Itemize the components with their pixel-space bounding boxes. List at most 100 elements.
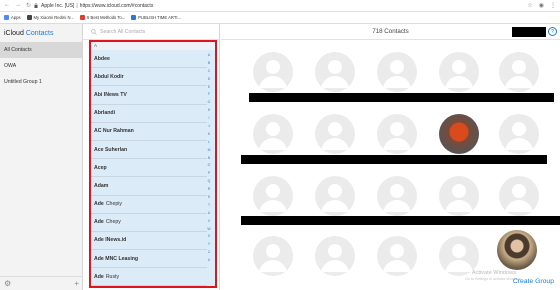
index-letter[interactable]: T (208, 202, 210, 210)
contact-avatar[interactable] (499, 176, 539, 216)
bookmark-apps[interactable]: Apps (4, 15, 21, 20)
contact-row[interactable]: Acep (91, 159, 207, 178)
contact-row[interactable]: Abi INews TV (91, 86, 207, 105)
index-letter[interactable]: H (208, 107, 210, 115)
contact-avatar[interactable] (315, 114, 355, 154)
index-letter[interactable]: B (208, 60, 210, 68)
contact-name: Ade MNC Leasing (94, 255, 139, 262)
group-untitled[interactable]: Untitled Group 1 (0, 74, 82, 90)
extension-icon[interactable]: ◉ (539, 2, 544, 9)
contact-row[interactable]: Ade INews.id (91, 232, 207, 251)
contact-avatar[interactable] (253, 114, 293, 154)
redaction-bar (249, 93, 554, 102)
contact-name: Acep (94, 164, 107, 171)
contact-name: Ade INews.id (94, 237, 127, 244)
contact-row[interactable]: AC Nur Rahman (91, 123, 207, 141)
contact-row[interactable]: Ace Suherlan (91, 141, 207, 160)
contact-row[interactable]: Abdee (91, 50, 207, 69)
redaction-bar (241, 155, 547, 164)
index-letter[interactable]: # (208, 257, 210, 265)
index-letter[interactable]: M (208, 147, 211, 155)
gear-icon[interactable]: ⚙ (4, 279, 11, 288)
index-letter[interactable]: I (209, 115, 210, 123)
contact-row[interactable]: Ade Chepy (91, 214, 207, 232)
index-letter[interactable]: V (208, 218, 210, 226)
group-all-contacts[interactable]: All Contacts (0, 42, 82, 58)
contact-avatar[interactable] (253, 176, 293, 216)
contact-avatar[interactable] (253, 236, 293, 276)
address-bar[interactable]: Apple Inc. [US] | https://www.icloud.com… (34, 3, 153, 9)
index-letter[interactable]: D (208, 76, 210, 84)
contact-photo-avatar[interactable] (497, 230, 537, 270)
index-letter[interactable]: P (208, 170, 210, 178)
contact-row[interactable]: Abrlandi (91, 105, 207, 123)
groups-sidebar: iCloud Contacts All Contacts OWA Untitle… (0, 24, 83, 290)
index-letter[interactable]: X (208, 233, 210, 241)
contact-avatar[interactable] (439, 236, 479, 276)
menu-icon[interactable]: ⋮ (550, 2, 556, 9)
contact-avatar[interactable] (439, 52, 479, 92)
star-icon[interactable]: ☆ (527, 2, 532, 9)
create-group-button[interactable]: Create Group (513, 278, 554, 285)
back-icon[interactable]: ← (4, 2, 10, 9)
apps-icon (4, 15, 9, 20)
contact-row[interactable]: Ade MNC Leasing (91, 250, 207, 269)
contact-avatar[interactable] (499, 114, 539, 154)
contact-avatar[interactable] (253, 52, 293, 92)
page-icon (131, 15, 137, 20)
index-letter[interactable]: Z (208, 249, 210, 257)
contact-avatar[interactable] (377, 176, 417, 216)
reload-icon[interactable]: ↻ (26, 2, 31, 9)
index-letter[interactable]: O (208, 162, 211, 170)
index-letter[interactable]: E (208, 84, 210, 92)
contact-avatar[interactable] (315, 176, 355, 216)
contact-avatar[interactable] (377, 236, 417, 276)
index-letter[interactable]: N (208, 155, 210, 163)
help-icon[interactable]: ? (548, 27, 557, 36)
index-letter[interactable]: K (208, 131, 210, 139)
contact-name-secondary: Chepiy (105, 201, 122, 208)
bookmark-item[interactable]: PUBLISH TIME ARTI... (131, 15, 181, 20)
index-letter[interactable]: W (207, 226, 210, 234)
index-letter[interactable]: Q (208, 178, 211, 186)
contact-avatar[interactable] (315, 236, 355, 276)
brand-contacts: Contacts (25, 29, 54, 37)
index-letter[interactable]: G (208, 99, 211, 107)
contact-avatar[interactable] (439, 176, 479, 216)
contact-avatar[interactable] (377, 114, 417, 154)
index-letter[interactable]: S (208, 194, 210, 202)
index-letter[interactable]: F (208, 91, 210, 99)
browser-actions: ☆ ◉ ⋮ (527, 2, 556, 9)
contact-name: Abrlandi (94, 110, 116, 117)
contact-avatar[interactable] (499, 52, 539, 92)
index-letter[interactable]: L (208, 139, 210, 147)
contact-rows: Abdee Abdul Kodir Abi INews TV Abrlandi AC N… (91, 50, 207, 287)
search-icon (91, 28, 97, 35)
index-letter[interactable]: Y (208, 241, 210, 249)
contact-row[interactable]: Ade Rusty (91, 268, 207, 287)
add-group-icon[interactable]: + (74, 279, 79, 288)
highlighted-contacts-box: A Abdee Abdul Kodir Abi INews TV Abrlandi AC… (89, 40, 217, 288)
index-letter[interactable]: R (208, 186, 210, 194)
contact-row[interactable]: Adam (91, 177, 207, 196)
contact-row[interactable]: Abdul Kodir (91, 68, 207, 87)
forward-icon[interactable]: → (15, 2, 21, 9)
group-owa[interactable]: OWA (0, 58, 82, 74)
index-letter[interactable]: C (208, 68, 210, 76)
contact-row[interactable]: Ade Chepiy (91, 196, 207, 214)
search-bar[interactable]: Search All Contacts (83, 24, 219, 40)
bookmark-item[interactable]: 5 Best Methods To... (80, 15, 125, 20)
contact-avatar[interactable] (377, 52, 417, 92)
page-icon (80, 15, 86, 20)
index-letter[interactable]: J (208, 123, 210, 131)
alphabet-index[interactable]: A B C D E F G H I J K L M N O P Q R S T U V W X Y Z # (206, 52, 212, 265)
search-input[interactable]: Search All Contacts (100, 29, 145, 35)
index-letter[interactable]: A (208, 52, 210, 60)
redaction-bar (241, 216, 560, 225)
contact-photo-avatar[interactable] (439, 114, 479, 154)
index-letter[interactable]: U (208, 210, 210, 218)
redaction-block (512, 27, 546, 37)
contact-name: Ade (94, 219, 104, 226)
contact-avatar[interactable] (315, 52, 355, 92)
bookmark-item[interactable]: My Xiaomi Redmi N... (26, 15, 74, 20)
